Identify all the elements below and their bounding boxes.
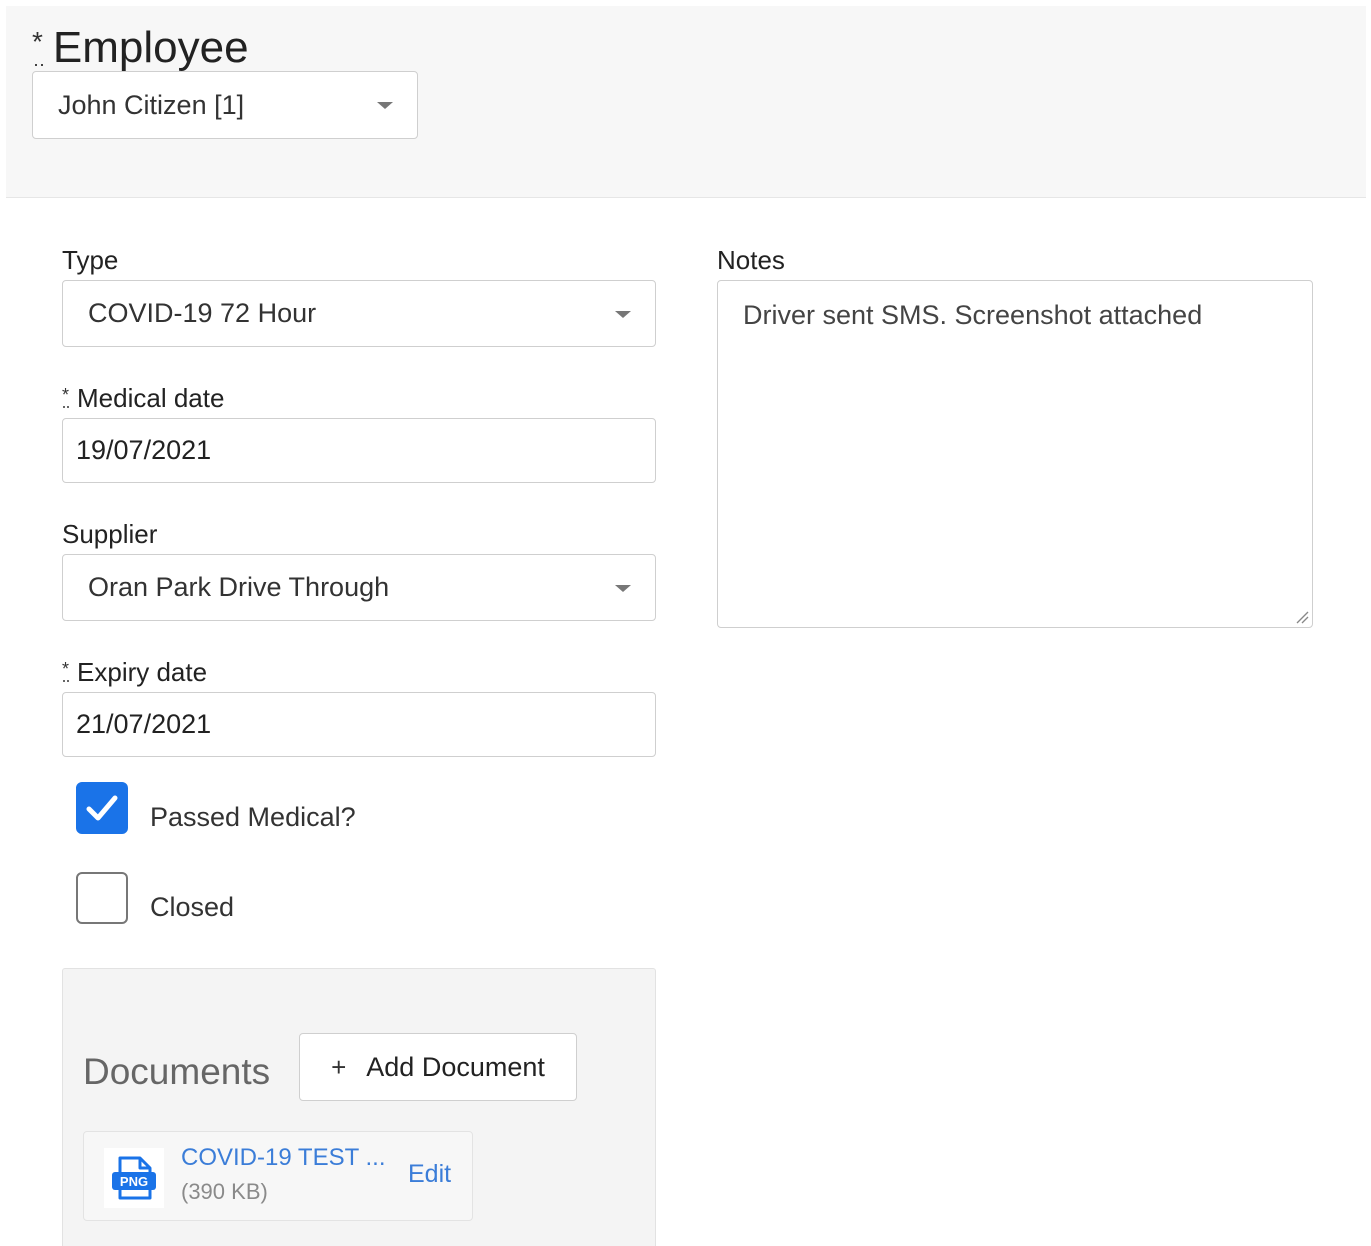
supplier-select-value: Oran Park Drive Through [88,572,390,602]
expiry-date-label: * Expiry date [62,657,207,687]
supplier-label-text: Supplier [62,519,158,549]
document-item: PNG COVID-19 TEST ... (390 KB) Edit [83,1131,473,1221]
type-select[interactable]: COVID-19 72 Hour [62,280,656,347]
passed-medical-checkbox[interactable] [76,782,128,834]
medical-date-input[interactable]: 19/07/2021 [62,418,656,483]
document-name-link[interactable]: COVID-19 TEST ... [181,1144,391,1172]
employee-select[interactable]: John Citizen [1] [32,71,418,139]
resize-handle-icon[interactable] [1295,610,1309,624]
add-document-label: Add Document [366,1051,545,1082]
expiry-date-input[interactable]: 21/07/2021 [62,692,656,757]
notes-value: Driver sent SMS. Screenshot attached [743,300,1203,330]
document-edit-link[interactable]: Edit [408,1160,451,1189]
document-size: (390 KB) [181,1179,268,1204]
type-label-text: Type [62,245,119,275]
medical-date-label: * Medical date [62,383,224,413]
medical-date-label-text: Medical date [77,383,225,413]
supplier-label: Supplier [62,519,157,549]
supplier-select[interactable]: Oran Park Drive Through [62,554,656,621]
medical-date-value: 19/07/2021 [76,435,212,465]
chevron-down-icon [377,102,393,109]
add-document-button[interactable]: + Add Document [299,1033,577,1101]
required-marker: * [62,385,71,408]
png-file-icon: PNG [104,1148,164,1208]
medical-record-form: * Employee John Citizen [1] Type COVID-1… [0,0,1371,1246]
type-select-value: COVID-19 72 Hour [88,298,317,328]
required-marker: * [62,659,71,682]
employee-label-text: Employee [52,23,249,72]
closed-checkbox[interactable] [76,872,128,924]
employee-label: * Employee [32,22,249,74]
documents-panel: Documents + Add Document PNG COVID-19 TE… [62,968,656,1246]
notes-label: Notes [717,245,785,275]
notes-textarea[interactable]: Driver sent SMS. Screenshot attached [717,280,1313,628]
expiry-date-value: 21/07/2021 [76,709,212,739]
checkmark-icon [86,795,118,821]
employee-select-value: John Citizen [1] [58,89,245,120]
expiry-date-label-text: Expiry date [77,657,208,687]
notes-label-text: Notes [717,245,785,275]
closed-label: Closed [150,892,235,922]
chevron-down-icon [615,310,631,318]
file-type-label: PNG [120,1174,148,1189]
plus-icon: + [331,1051,347,1082]
type-label: Type [62,245,118,275]
required-marker: * [32,26,45,66]
passed-medical-label: Passed Medical? [150,802,356,832]
documents-title: Documents [83,1051,271,1092]
chevron-down-icon [615,584,631,592]
